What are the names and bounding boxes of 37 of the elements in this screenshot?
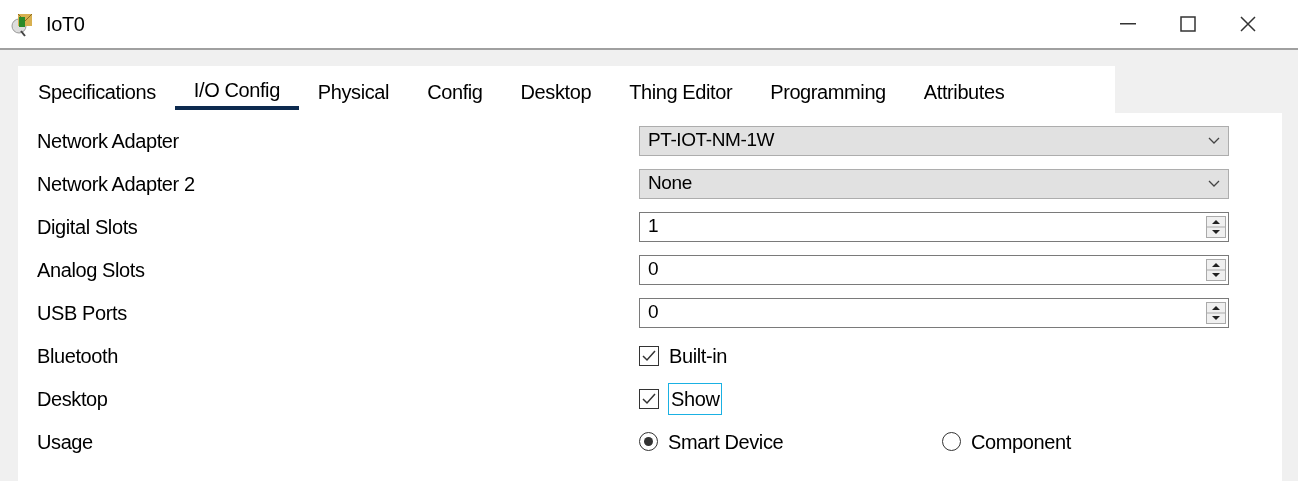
tab[interactable]: Specifications xyxy=(19,74,175,110)
spinner-arrows-icon[interactable] xyxy=(1206,215,1226,238)
caret-icon xyxy=(1208,180,1220,187)
checkbox-label[interactable]: Built-in xyxy=(669,340,727,371)
tab[interactable]: Thing Editor xyxy=(610,74,752,110)
setting-label: Network Adapter xyxy=(37,128,180,154)
checkbox-label[interactable]: Show xyxy=(669,383,722,414)
dropdown[interactable]: PT-IOT-NM-1W xyxy=(639,125,1229,156)
setting-label: Digital Slots xyxy=(37,214,139,240)
tab[interactable]: Config xyxy=(408,74,502,110)
caret-icon xyxy=(1208,137,1220,144)
radio-button[interactable] xyxy=(639,432,658,451)
setting-label: Usage xyxy=(37,429,94,455)
setting-label: Bluetooth xyxy=(37,343,119,369)
setting-label: Desktop xyxy=(37,386,109,412)
close-icon xyxy=(1240,16,1256,32)
number-field[interactable]: 1 xyxy=(639,211,1229,242)
spinner-arrows-icon[interactable] xyxy=(1206,301,1226,324)
radio-button[interactable] xyxy=(942,432,961,451)
checkbox[interactable] xyxy=(639,388,659,409)
tab[interactable]: Attributes xyxy=(904,74,1024,110)
tab[interactable]: Desktop xyxy=(501,74,611,110)
checkbox[interactable] xyxy=(639,345,659,366)
number-field[interactable]: 0 xyxy=(639,297,1229,328)
maximize-icon xyxy=(1180,16,1196,32)
dropdown[interactable]: None xyxy=(639,168,1229,199)
radio-label[interactable]: Smart Device xyxy=(668,426,784,457)
minimize-icon xyxy=(1120,23,1136,25)
spinner-arrows-icon[interactable] xyxy=(1206,258,1226,281)
number-field[interactable]: 0 xyxy=(639,254,1229,285)
setting-label: Network Adapter 2 xyxy=(37,171,196,197)
setting-label: USB Ports xyxy=(37,300,128,326)
radio-label[interactable]: Component xyxy=(971,426,1071,457)
window-title: IoT0 xyxy=(46,12,85,37)
tab[interactable]: Programming xyxy=(751,74,905,110)
setting-label: Analog Slots xyxy=(37,257,146,283)
tab[interactable]: Physical xyxy=(298,74,409,110)
